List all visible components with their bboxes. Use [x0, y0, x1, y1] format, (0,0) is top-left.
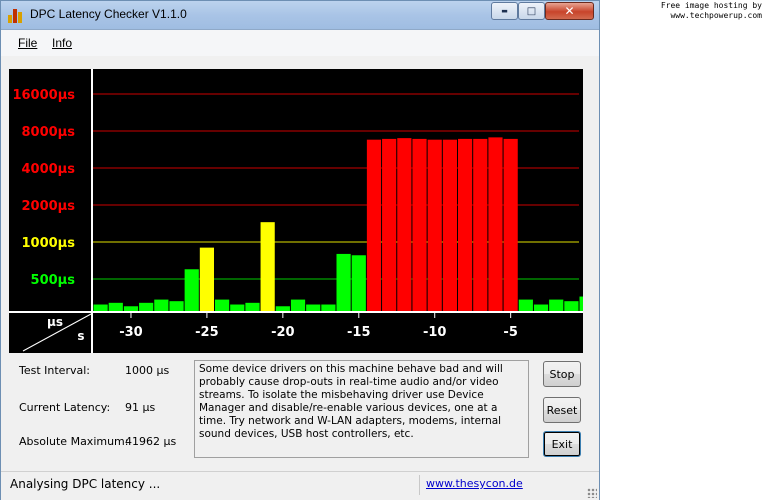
menu-bar: File Info [1, 30, 599, 56]
latency-bar-18 [366, 139, 382, 312]
website-link[interactable]: www.thesycon.de [426, 477, 523, 490]
watermark: Free image hosting by www.techpowerup.co… [661, 1, 762, 21]
close-icon: ✕ [564, 4, 575, 18]
latency-bar-29 [533, 304, 549, 312]
status-bar: Analysing DPC latency ... www.thesycon.d… [1, 471, 599, 500]
x-tick-label-2: -20 [271, 325, 295, 340]
x-tick-label-1: -25 [195, 325, 219, 340]
latency-bar-1 [108, 302, 123, 312]
test-interval-label: Test Interval: [19, 364, 90, 377]
latency-bar-16 [336, 253, 351, 312]
window-title: DPC Latency Checker V1.1.0 [30, 7, 187, 21]
app-window: DPC Latency Checker V1.1.0 ▬ □ ✕ File In… [0, 0, 600, 500]
latency-bar-9 [230, 304, 245, 312]
minimize-button[interactable]: ▬ [491, 2, 518, 20]
latency-bar-24 [458, 138, 473, 312]
watermark-line-2: www.techpowerup.com [670, 11, 762, 20]
close-button[interactable]: ✕ [545, 2, 594, 20]
menu-file-label: File [18, 36, 38, 50]
y-tick-label-8000: 8000µs [22, 125, 76, 140]
y-unit-label: µs [47, 315, 63, 329]
latency-bar-19 [382, 138, 397, 312]
latency-bar-11 [260, 222, 275, 312]
title-bar[interactable]: DPC Latency Checker V1.1.0 ▬ □ ✕ [1, 1, 599, 30]
latency-bar-3 [139, 302, 154, 312]
minimize-icon: ▬ [501, 7, 508, 15]
x-tick-label-4: -10 [423, 325, 447, 340]
reset-button[interactable]: Reset [543, 397, 581, 423]
latency-bar-28 [518, 299, 533, 312]
latency-bar-8 [215, 299, 230, 312]
test-interval-value: 1000 µs [125, 364, 170, 377]
latency-bar-23 [442, 139, 457, 312]
y-tick-label-4000: 4000µs [22, 162, 76, 177]
latency-bar-22 [427, 139, 442, 312]
x-tick-label-0: -30 [119, 325, 143, 340]
maximize-button[interactable]: □ [518, 2, 545, 20]
stop-button[interactable]: Stop [543, 361, 581, 387]
latency-bar-25 [473, 138, 488, 312]
y-tick-label-16000: 16000µs [12, 88, 75, 103]
watermark-line-1: Free image hosting by [660, 1, 762, 10]
latency-bar-32 [579, 296, 583, 312]
maximize-icon: □ [526, 5, 537, 17]
menu-info[interactable]: Info [52, 36, 72, 50]
latency-bar-4 [154, 299, 169, 312]
x-tick-label-3: -15 [347, 325, 371, 340]
latency-bar-6 [184, 269, 199, 312]
current-latency-label: Current Latency: [19, 401, 111, 414]
y-tick-label-500: 500µs [31, 273, 76, 288]
x-tick-label-5: -5 [503, 325, 517, 340]
latency-bar-13 [290, 299, 306, 312]
latency-bar-31 [564, 301, 579, 312]
current-latency-value: 91 µs [125, 401, 156, 414]
latency-bar-0 [93, 304, 108, 312]
latency-bar-5 [169, 301, 184, 312]
app-bars-icon [8, 7, 24, 23]
status-text: Analysing DPC latency ... [10, 477, 161, 491]
latency-chart: 500µs 1000µs 2000µs 4000µs 8000µs 16000µs µs s -… [9, 69, 583, 353]
advice-message: Some device drivers on this machine beha… [194, 360, 529, 458]
latency-bar-15 [321, 304, 336, 312]
latency-chart-svg: 500µs 1000µs 2000µs 4000µs 8000µs 16000µs µss -… [9, 69, 583, 353]
menu-info-label: Info [52, 36, 73, 50]
x-unit-label: s [77, 329, 84, 343]
latency-bar-17 [351, 255, 366, 312]
latency-bar-21 [412, 138, 427, 312]
status-divider [419, 475, 420, 495]
menu-file[interactable]: File [18, 36, 37, 50]
latency-bar-10 [245, 302, 260, 312]
absolute-maximum-label: Absolute Maximum: [19, 435, 129, 448]
resize-grip-icon[interactable] [587, 488, 597, 498]
latency-bar-7 [199, 247, 214, 312]
latency-bar-20 [397, 138, 412, 312]
y-tick-label-1000: 1000µs [22, 236, 76, 251]
latency-bar-14 [306, 304, 321, 312]
exit-button[interactable]: Exit [543, 431, 581, 457]
latency-bar-26 [488, 137, 503, 312]
absolute-maximum-value: 41962 µs [125, 435, 177, 448]
latency-bar-27 [503, 138, 518, 312]
latency-bar-30 [549, 299, 564, 312]
y-tick-label-2000: 2000µs [22, 199, 76, 214]
